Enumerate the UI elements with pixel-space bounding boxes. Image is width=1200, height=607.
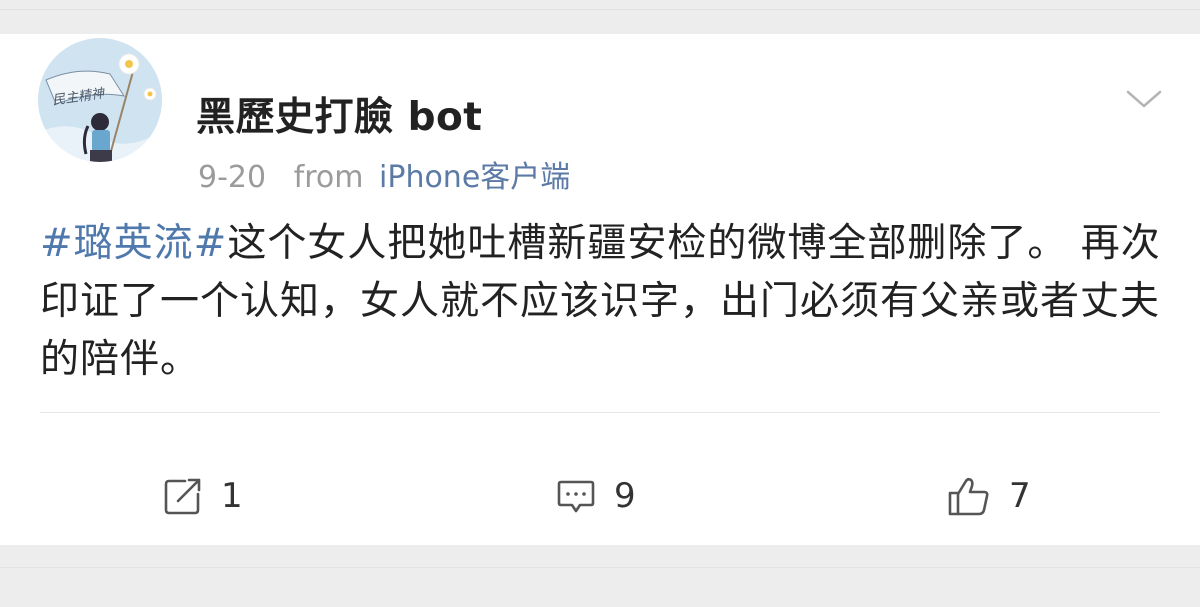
thumbs-up-icon <box>948 477 989 516</box>
repost-count: 1 <box>221 476 243 516</box>
post-from-label: from <box>293 160 364 195</box>
post-date: 9-20 <box>198 160 267 195</box>
post-body: #璐英流#这个女人把她吐槽新疆安检的微博全部删除了。 再次印证了一个认知，女人就… <box>40 215 1170 389</box>
more-options-button[interactable] <box>1124 86 1164 112</box>
comment-icon <box>557 480 595 513</box>
post-hashtag[interactable]: #璐英流# <box>40 221 227 266</box>
top-separator <box>0 0 1200 34</box>
post-meta: 9-20 from iPhone客户端 <box>198 152 570 196</box>
comment-button[interactable]: 9 <box>556 474 636 518</box>
repost-icon <box>164 478 201 515</box>
avatar[interactable]: 民主精神 <box>38 38 162 162</box>
post-source[interactable]: iPhone客户端 <box>379 160 570 195</box>
comment-count: 9 <box>614 476 636 516</box>
chevron-down-icon <box>1126 90 1162 108</box>
username[interactable]: 黑歷史打臉 bot <box>196 86 482 142</box>
like-count: 7 <box>1009 476 1031 516</box>
like-button[interactable]: 7 <box>947 474 1031 518</box>
top-separator-line <box>0 9 1200 10</box>
repost-button[interactable]: 1 <box>163 474 243 518</box>
bottom-separator-line <box>0 567 1200 568</box>
bottom-separator <box>0 545 1200 607</box>
post-divider <box>40 412 1160 413</box>
